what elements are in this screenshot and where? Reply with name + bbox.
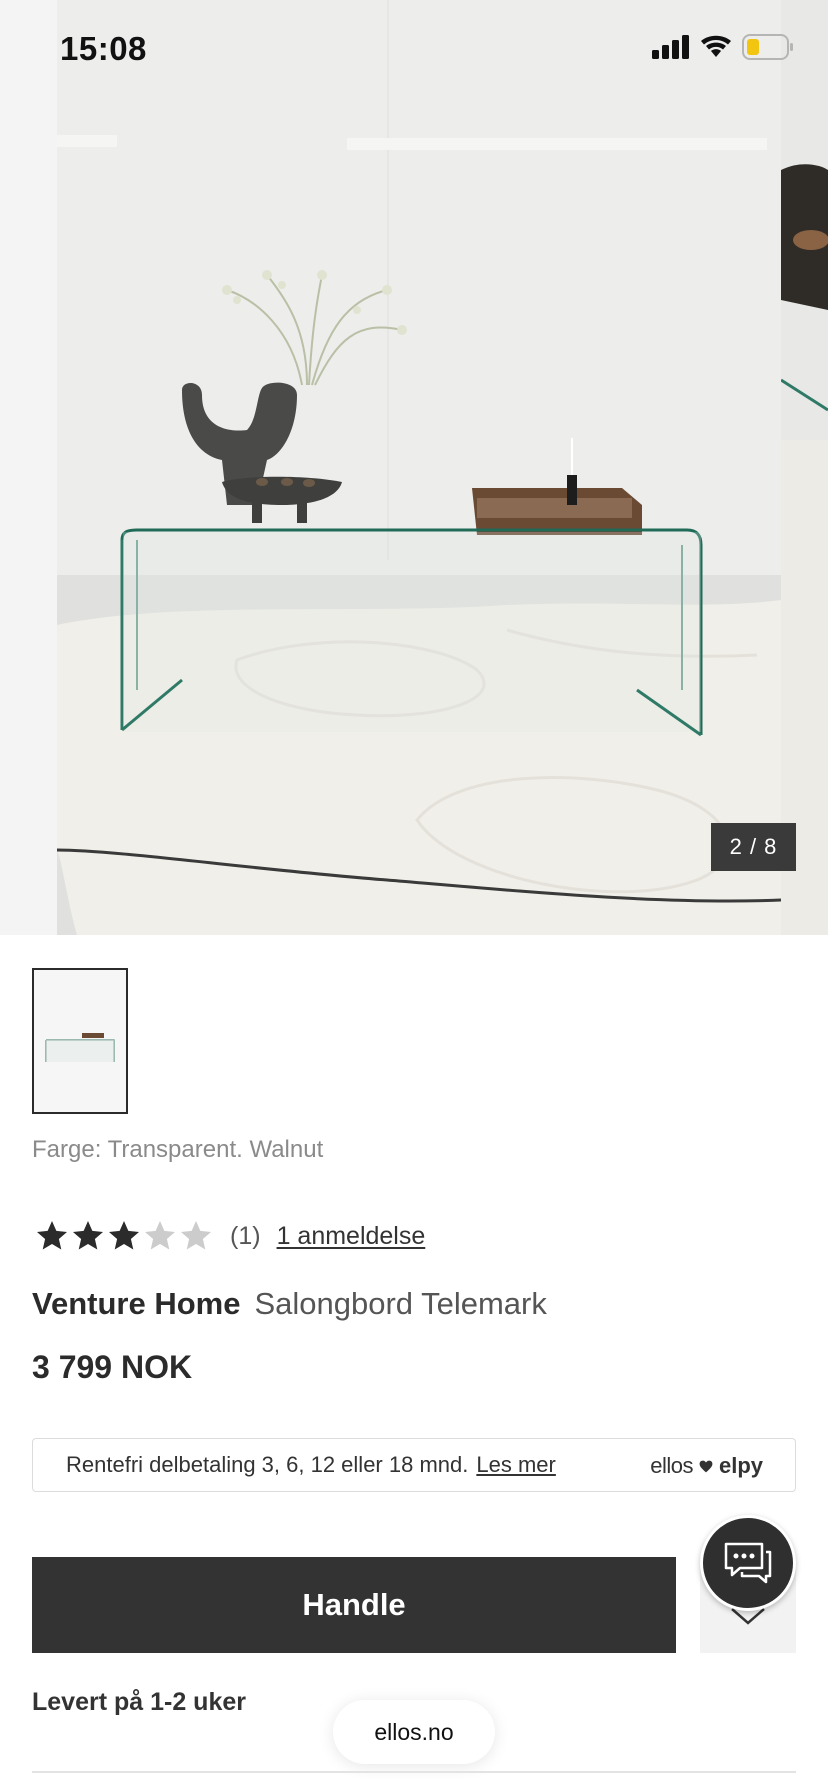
product-brand[interactable]: Venture Home (32, 1286, 240, 1321)
product-image[interactable] (57, 0, 781, 935)
ellos-logo-text: ellos (650, 1453, 693, 1478)
section-divider (32, 1771, 796, 1773)
financing-text: Rentefri delbetaling 3, 6, 12 eller 18 m… (66, 1452, 469, 1477)
wifi-icon (701, 35, 731, 57)
color-label: Farge: Transparent. Walnut (32, 1136, 324, 1163)
battery-icon (742, 34, 793, 60)
read-more-link[interactable]: Les mer (476, 1452, 555, 1478)
product-price: 3 799 NOK (32, 1349, 193, 1385)
star-empty-icon (181, 1221, 211, 1250)
status-time: 15:08 (60, 30, 147, 67)
product-name: Salongbord Telemark (254, 1286, 547, 1321)
financing-banner: Rentefri delbetaling 3, 6, 12 eller 18 m… (32, 1438, 796, 1492)
star-empty-icon (145, 1221, 175, 1250)
status-icons (652, 34, 794, 60)
delivery-info: Levert på 1-2 uker (32, 1688, 246, 1716)
star-filled-icon (73, 1221, 103, 1250)
product-title: Venture Home Salongbord Telemark (32, 1286, 547, 1322)
signal-icon (652, 35, 689, 59)
heart-icon (699, 1460, 713, 1472)
buy-button[interactable]: Handle (32, 1557, 676, 1653)
browser-domain-pill[interactable]: ellos.no (333, 1700, 495, 1764)
glass-table-thumbnail-image (34, 970, 126, 1112)
product-image-carousel[interactable]: 2 / 8 (0, 0, 828, 935)
rating-row[interactable]: (1) 1 anmeldelse (34, 1218, 425, 1254)
chat-bubbles-icon (724, 1542, 772, 1584)
chat-button[interactable] (700, 1515, 796, 1611)
image-counter: 2 / 8 (711, 823, 796, 871)
previous-image-peek[interactable] (0, 0, 57, 935)
thumbnail-selected[interactable] (32, 968, 128, 1114)
star-filled-icon (37, 1221, 67, 1250)
rating-count: (1) (230, 1221, 261, 1250)
reviews-link[interactable]: 1 anmeldelse (277, 1222, 426, 1251)
next-image-peek[interactable] (781, 0, 828, 935)
ellos-elpy-logo: ellos elpy (650, 1453, 763, 1479)
star-filled-icon (109, 1221, 139, 1250)
elpy-logo-text: elpy (718, 1453, 763, 1478)
